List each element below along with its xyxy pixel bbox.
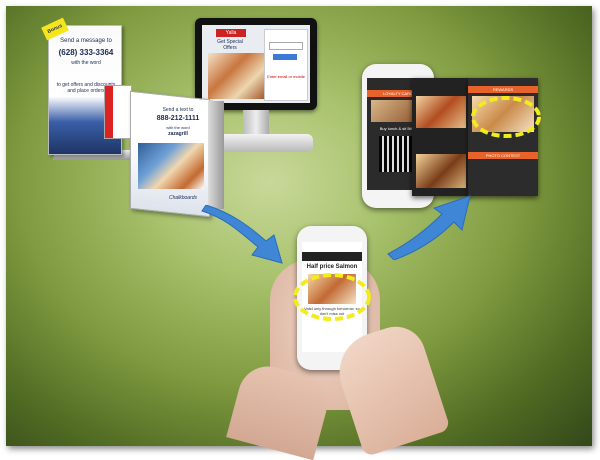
kiosk-form: Enter email or mobile	[264, 29, 308, 101]
app-phones: LOYALTY CARD Buy lunch & sit 5th... REWA…	[362, 58, 546, 208]
stand-headline: Send a message to	[60, 38, 112, 44]
kiosk-base	[217, 134, 313, 152]
highlight-ellipse-icon	[293, 273, 371, 321]
tent-keyword: zazagrill	[168, 131, 188, 137]
kiosk-food-collage	[208, 53, 264, 99]
center-header	[302, 252, 362, 261]
stand-with-word: with the word	[71, 60, 101, 66]
kiosk-prompt: Enter email or mobile	[267, 74, 305, 79]
kiosk-brand: Yalla	[216, 29, 246, 37]
highlight-ellipse-icon	[471, 96, 541, 138]
hand-holding-phone: Half price Salmon Valid only through tom…	[215, 220, 455, 460]
kiosk-screen: Yalla Get Special Offers Enter email or …	[202, 25, 310, 103]
kiosk-input[interactable]	[269, 42, 303, 50]
page: Bonus Send a message to (628) 333-3364 w…	[0, 0, 600, 460]
qr-code	[379, 136, 415, 172]
brochure	[104, 85, 132, 139]
rewards-bar: REWARDS	[468, 86, 538, 93]
acrylic-stand: Bonus Send a message to (628) 333-3364 w…	[41, 17, 136, 160]
phone-middle-screen	[412, 78, 470, 196]
contest-bar: PHOTO CONTEST	[468, 152, 538, 159]
tent-card: Send a text to 888-212-1111 with the wor…	[130, 90, 225, 218]
kiosk-submit-button[interactable]	[273, 54, 297, 60]
tent-food-collage	[138, 143, 204, 189]
tent-headline: Send a text to	[162, 107, 194, 113]
tent-with-word: with the word	[166, 125, 190, 130]
kiosk-neck	[243, 110, 269, 136]
tent-phone: 888-212-1111	[156, 115, 200, 122]
tent-brand: Chalkboards	[168, 195, 198, 201]
kiosk-heading: Get Special Offers	[217, 39, 243, 51]
stand-phone: (628) 333-3364	[58, 48, 114, 57]
